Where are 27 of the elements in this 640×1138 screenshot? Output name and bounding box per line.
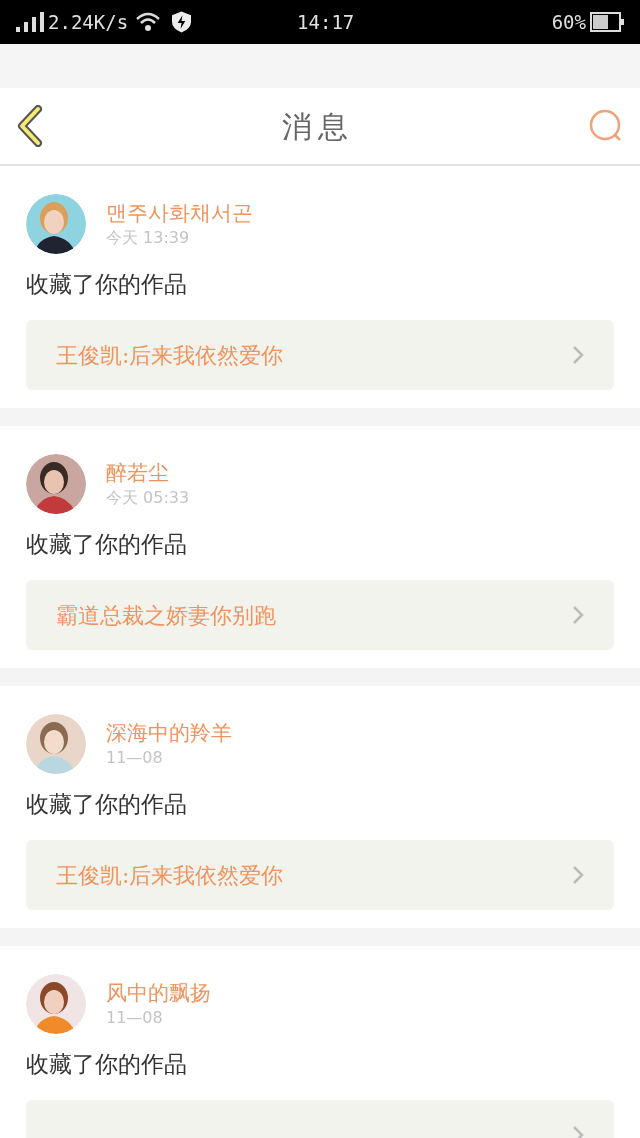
user-name[interactable]: 醉若尘	[106, 459, 190, 487]
message-time: 11—08	[106, 1007, 164, 1029]
work-link[interactable]: 王俊凯:后来我依然爱你	[26, 840, 614, 910]
message-text: 收藏了你的作品	[26, 1050, 188, 1079]
network-speed: 2.24K/s	[48, 9, 129, 35]
work-link[interactable]: 王俊凯:后来我依然爱你	[26, 320, 614, 390]
user-name[interactable]: 深海中的羚羊	[106, 719, 232, 747]
message-time: 今天 13:39	[106, 227, 191, 249]
page-title: 消息	[282, 107, 354, 146]
signal-icon	[16, 12, 44, 32]
message-time: 今天 05:33	[106, 487, 190, 509]
message-text: 收藏了你的作品	[26, 530, 188, 559]
shield-icon	[172, 11, 192, 33]
clock: 14:17	[297, 9, 355, 35]
user-name[interactable]: 맨주사화채서곤	[106, 199, 253, 227]
message-text: 收藏了你的作品	[26, 790, 188, 819]
user-name[interactable]: 风中的飘扬	[106, 979, 211, 1007]
chevron-right-icon	[572, 345, 584, 365]
message-text: 收藏了你的作品	[26, 270, 188, 299]
back-icon	[16, 105, 44, 147]
battery-percent: 60%	[551, 9, 586, 35]
message-time: 11—08	[106, 747, 164, 769]
battery-icon	[590, 12, 624, 32]
work-link[interactable]: 霸道总裁之娇妻你别跑	[26, 580, 614, 650]
chevron-right-icon	[572, 865, 584, 885]
chevron-right-icon	[572, 605, 584, 625]
wifi-icon	[136, 12, 161, 32]
